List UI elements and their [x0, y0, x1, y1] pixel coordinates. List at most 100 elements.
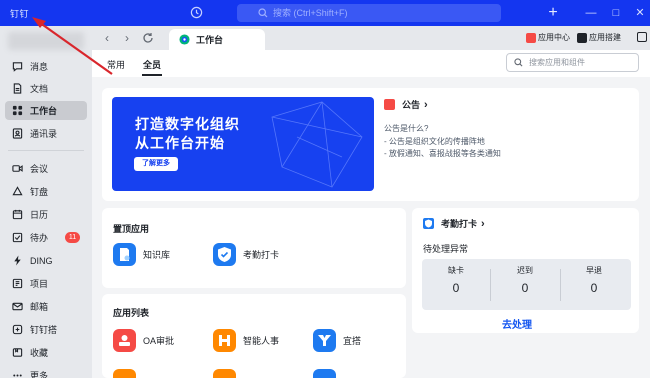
app-label: 考勤打卡: [243, 250, 280, 260]
sidebar-item-contacts[interactable]: 通讯录: [5, 124, 87, 143]
notice-header[interactable]: 公告 ›: [384, 98, 428, 111]
app-icon-partial[interactable]: [213, 369, 236, 378]
subtab-all[interactable]: 全员: [143, 58, 161, 71]
project-icon: [12, 278, 23, 289]
search-icon: [258, 8, 268, 18]
grid-icon: [12, 105, 23, 116]
sidebar-item-label: 会议: [30, 164, 49, 174]
stat-early-leave[interactable]: 早退 0: [574, 265, 614, 295]
stat-label: 迟到: [517, 266, 533, 275]
sidebar-item-label: 收藏: [30, 348, 49, 358]
refresh-icon[interactable]: [142, 32, 154, 44]
sidebar-item-label: 工作台: [30, 106, 58, 116]
announcement-icon: [384, 99, 395, 110]
builder-icon: [12, 324, 23, 335]
close-icon[interactable]: ✕: [633, 6, 647, 20]
app-builder-link[interactable]: 应用搭建: [577, 32, 621, 43]
attendance-icon: [423, 218, 434, 229]
minimize-icon[interactable]: —: [584, 6, 598, 20]
oa-approval-icon: [113, 329, 136, 352]
calendar-icon: [12, 209, 23, 220]
sidebar-item-favorites[interactable]: 收藏: [5, 343, 87, 362]
sidebar-item-label: 消息: [30, 62, 49, 72]
banner-graphic: [271, 101, 363, 188]
notice-title: 公告: [402, 100, 421, 110]
mail-icon: [12, 302, 23, 311]
sidebar-item-ding[interactable]: DING: [5, 251, 87, 270]
app-label: OA审批: [143, 336, 175, 346]
title-bar: 钉钉 搜索 (Ctrl+Shift+F) + — □ ✕: [0, 0, 650, 26]
pending-stats: 缺卡 0 迟到 0 早退 0: [422, 259, 631, 310]
workbench-logo-icon: [179, 34, 190, 45]
sidebar-item-label: 待办: [30, 233, 49, 243]
stat-late[interactable]: 迟到 0: [505, 265, 545, 295]
meeting-icon: [12, 165, 23, 172]
more-icon: [13, 374, 22, 377]
banner-title-line2: 从工作台开始: [135, 135, 225, 151]
share-icon: [637, 32, 647, 42]
sidebar-item-project[interactable]: 项目: [5, 274, 87, 293]
sidebar-item-messages[interactable]: 消息: [5, 57, 87, 76]
forward-icon[interactable]: ›: [120, 31, 134, 45]
sidebar: 消息 文档 工作台 通讯录 会议 钉盘 日历 待办 11 DING 项目 邮箱: [0, 26, 92, 378]
sidebar-item-more[interactable]: 更多: [5, 366, 87, 378]
yida-icon: [313, 329, 336, 352]
stat-value: 0: [452, 281, 460, 295]
sidebar-item-todo[interactable]: 待办 11: [5, 228, 87, 247]
stat-value: 0: [590, 281, 598, 295]
app-attendance[interactable]: 考勤打卡: [213, 243, 279, 266]
back-icon[interactable]: ‹: [100, 31, 114, 45]
maximize-icon[interactable]: □: [609, 6, 623, 20]
app-icon-partial[interactable]: [113, 369, 136, 378]
go-handle-button[interactable]: 去处理: [502, 316, 532, 331]
history-icon[interactable]: [190, 6, 203, 19]
app-center-link[interactable]: 应用中心: [526, 32, 570, 43]
subtab-common[interactable]: 常用: [107, 58, 125, 71]
sidebar-item-builder[interactable]: 钉钉搭: [5, 320, 87, 339]
tab-bar: ‹ › 工作台 应用中心 应用搭建: [92, 26, 650, 50]
app-yida[interactable]: 宜搭: [313, 329, 361, 352]
favorites-icon: [12, 348, 23, 357]
app-knowledge-base[interactable]: 知识库: [113, 243, 170, 266]
notice-line: - 放假通知、喜报战报等各类通知: [384, 149, 501, 158]
stat-divider: [490, 269, 491, 301]
stat-missing[interactable]: 缺卡 0: [436, 265, 476, 295]
sidebar-item-workbench[interactable]: 工作台: [5, 101, 87, 120]
sidebar-item-label: 项目: [30, 279, 49, 289]
app-label: 宜搭: [343, 336, 362, 346]
sidebar-item-label: 钉钉搭: [30, 325, 58, 335]
todo-badge: 11: [65, 232, 80, 243]
attendance-header[interactable]: 考勤打卡 ›: [423, 217, 485, 230]
sidebar-item-meeting[interactable]: 会议: [5, 159, 87, 178]
app-logo: 钉钉: [10, 9, 30, 19]
knowledge-base-icon: [113, 243, 136, 266]
app-search-input[interactable]: 搜索应用和组件: [506, 53, 639, 72]
global-search-input[interactable]: 搜索 (Ctrl+Shift+F): [237, 4, 501, 22]
sidebar-item-label: 日历: [30, 210, 49, 220]
sidebar-item-calendar[interactable]: 日历: [5, 205, 87, 224]
sidebar-item-drive[interactable]: 钉盘: [5, 182, 87, 201]
promo-banner[interactable]: 打造数字化组织 从工作台开始 了解更多: [112, 97, 374, 191]
contacts-icon: [12, 128, 23, 139]
global-search-placeholder: 搜索 (Ctrl+Shift+F): [273, 8, 348, 18]
sidebar-item-label: 钉盘: [30, 187, 49, 197]
tab-workbench[interactable]: 工作台: [169, 29, 265, 50]
message-icon: [12, 62, 23, 72]
pending-label: 待处理异常: [423, 244, 469, 254]
attendance-icon: [213, 243, 236, 266]
app-icon-partial[interactable]: [313, 369, 336, 378]
share-link[interactable]: [637, 32, 649, 42]
sidebar-item-label: DING: [30, 255, 53, 266]
sidebar-divider: [8, 150, 84, 151]
smart-hr-icon: [213, 329, 236, 352]
sidebar-item-docs[interactable]: 文档: [5, 79, 87, 98]
app-smart-hr[interactable]: 智能人事: [213, 329, 279, 352]
sidebar-item-label: 更多: [30, 371, 49, 378]
sidebar-item-label: 通讯录: [30, 129, 58, 139]
sidebar-item-mail[interactable]: 邮箱: [5, 297, 87, 316]
app-oa-approval[interactable]: OA审批: [113, 329, 174, 352]
sidebar-item-label: 邮箱: [30, 302, 49, 312]
avatar[interactable]: [8, 32, 84, 50]
new-button[interactable]: +: [541, 4, 565, 22]
learn-more-button[interactable]: 了解更多: [134, 157, 178, 171]
